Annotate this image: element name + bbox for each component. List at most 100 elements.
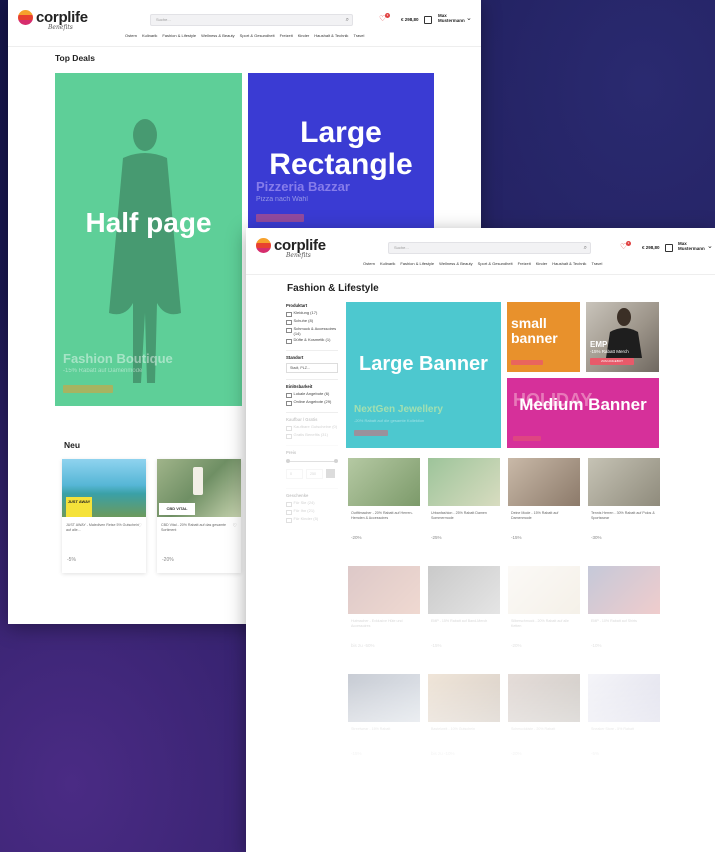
checkbox[interactable]	[286, 425, 292, 431]
nav-kinder[interactable]: Kinder	[536, 261, 548, 266]
checkbox[interactable]	[286, 327, 292, 333]
deal-card[interactable]: CBD VITAL ♡ CBD Vital - 20% Rabatt auf d…	[157, 459, 241, 573]
nav-travel[interactable]: Travel	[591, 261, 602, 266]
price-from-input[interactable]: 0	[286, 469, 303, 479]
cart-icon[interactable]	[665, 244, 673, 252]
nav-wellness[interactable]: Wellness & Beauty	[201, 33, 235, 38]
nav-wellness[interactable]: Wellness & Beauty	[439, 261, 473, 266]
half-page-ad[interactable]: Half page Fashion Boutique -15% Rabatt a…	[55, 73, 242, 406]
nav-kulinarik[interactable]: Kulinarik	[142, 33, 157, 38]
checkbox[interactable]	[286, 517, 292, 523]
balance-display: € 298,80	[642, 245, 660, 250]
search-input[interactable]: Suche... ⌕	[150, 14, 353, 26]
filter-option[interactable]: Für Sie (24)	[286, 500, 338, 507]
product-card[interactable]: EMP - 10% Rabatt auf Shirts -10%	[588, 566, 660, 656]
product-card[interactable]: Hutmacher - Exklusive Hüte und Accessoir…	[348, 566, 420, 656]
nav-sport[interactable]: Sport & Gesundheit	[240, 33, 275, 38]
deal-card-discount: -20%	[162, 557, 174, 563]
checkbox[interactable]	[286, 338, 292, 344]
checkbox[interactable]	[286, 501, 292, 507]
checkbox[interactable]	[286, 319, 292, 325]
filter-option[interactable]: Schmuck & Accessoires (14)	[286, 326, 338, 336]
filter-option[interactable]: Düfte & Kosmetik (1)	[286, 337, 338, 344]
user-name[interactable]: Max Mustermann	[438, 13, 466, 23]
nav-haushalt[interactable]: Haushalt & Technik	[314, 33, 348, 38]
filter-option[interactable]: Kleidung (17)	[286, 310, 338, 317]
deal-card[interactable]: JUST AWAY ♡ JUST AWAY - Malediven Reise …	[62, 459, 146, 573]
corplife-logo[interactable]: corplife Benefits	[256, 238, 326, 259]
half-page-cta-button[interactable]	[63, 385, 113, 393]
product-card[interactable]: Tennis Herren - 30% Rabatt auf Polos & S…	[588, 458, 660, 548]
nav-kulinarik[interactable]: Kulinarik	[380, 261, 395, 266]
large-rectangle-ad[interactable]: Large Rectangle Pizzeria Bazzar Pizza na…	[248, 73, 434, 229]
product-card[interactable]: EMP - 15% Rabatt auf Band-Merch -15%	[428, 566, 500, 656]
nav-freizeit[interactable]: Freizeit	[280, 33, 293, 38]
product-card[interactable]: Deine Mode - 15% Rabatt auf Damenmode -1…	[508, 458, 580, 548]
nav-ostern[interactable]: Ostern	[363, 261, 375, 266]
filter-heading-produktart: Produktart	[286, 303, 308, 308]
product-image	[348, 566, 420, 614]
slider-handle-max[interactable]	[334, 459, 338, 463]
product-title: Silberschmuck - 20% Rabatt auf alle Kett…	[511, 619, 569, 628]
small-banner-ad[interactable]: small banner	[507, 302, 580, 372]
slider-handle-min[interactable]	[286, 459, 290, 463]
favorite-heart-icon[interactable]: ♡	[138, 523, 142, 529]
corplife-logo[interactable]: corplife Benefits	[18, 10, 88, 31]
search-input[interactable]: Suche... ⌕	[388, 242, 591, 254]
filter-option[interactable]: Gratis Benefits (31)	[286, 432, 338, 439]
price-slider[interactable]	[286, 458, 338, 466]
cart-icon[interactable]	[424, 16, 432, 24]
medium-banner-cta-button[interactable]	[513, 436, 541, 441]
search-placeholder: Suche...	[156, 17, 171, 22]
rectangle-cta-button[interactable]	[256, 214, 304, 222]
location-input[interactable]: Stadt, PLZ...	[286, 363, 338, 373]
nav-sport[interactable]: Sport & Gesundheit	[478, 261, 513, 266]
price-apply-button[interactable]	[326, 469, 335, 478]
rectangle-ghost-sub: Pizza nach Wahl	[256, 196, 308, 203]
user-name[interactable]: Max Mustermann	[678, 241, 706, 251]
nav-freizeit[interactable]: Freizeit	[518, 261, 531, 266]
product-card[interactable]: Urbanfashion - 25% Rabatt Damen Sommermo…	[428, 458, 500, 548]
category-nav: Ostern Kulinarik Fashion & Lifestyle Wel…	[125, 33, 364, 38]
small-banner-cta-button[interactable]	[511, 360, 543, 365]
medium-banner-ad[interactable]: HOLIDAY Medium Banner	[507, 378, 659, 448]
emp-banner-ad[interactable]: EMP -15% Rabatt Merch ZUM ANGEBOT	[586, 302, 659, 372]
filter-heading-kaufbar: Kaufbar / Gratis	[286, 417, 318, 422]
checkbox[interactable]	[286, 433, 292, 439]
large-banner-cta-button[interactable]	[354, 430, 388, 436]
filter-option[interactable]: Kaufbare Gutscheine (0)	[286, 424, 338, 431]
checkbox[interactable]	[286, 400, 292, 406]
product-card[interactable]: Outfitmacher - 20% Rabatt auf Herren-Hem…	[348, 458, 420, 548]
search-icon[interactable]: ⌕	[584, 243, 587, 253]
product-card[interactable]: Silberschmuck - 20% Rabatt auf alle Kett…	[508, 566, 580, 656]
large-banner-ad[interactable]: Large Banner NextGen Jewellery -20% Raba…	[346, 302, 501, 448]
product-title: EMP - 15% Rabatt auf Band-Merch	[431, 619, 488, 623]
product-title: EMP - 10% Rabatt auf Shirts	[591, 619, 637, 623]
nav-haushalt[interactable]: Haushalt & Technik	[552, 261, 586, 266]
divider	[286, 350, 338, 351]
price-to-input[interactable]: 250	[306, 469, 323, 479]
filter-option[interactable]: Online Angebote (29)	[286, 399, 338, 406]
product-discount: -15%	[431, 643, 442, 648]
nav-kinder[interactable]: Kinder	[298, 33, 310, 38]
nav-fashion[interactable]: Fashion & Lifestyle	[400, 261, 434, 266]
filter-option-label: Online Angebote (29)	[293, 399, 332, 404]
nav-ostern[interactable]: Ostern	[125, 33, 137, 38]
deal-card-discount: -5%	[67, 557, 76, 563]
nav-travel[interactable]: Travel	[353, 33, 364, 38]
chevron-down-icon[interactable]: ⌄	[707, 242, 713, 250]
filter-option[interactable]: Für Ihn (21)	[286, 508, 338, 515]
chevron-down-icon[interactable]: ⌄	[466, 14, 472, 22]
checkbox[interactable]	[286, 311, 292, 317]
checkbox[interactable]	[286, 392, 292, 398]
slider-track	[288, 461, 336, 462]
checkbox[interactable]	[286, 509, 292, 515]
product-title: Hutmacher - Exklusive Hüte und Accessoir…	[351, 619, 403, 628]
filter-option[interactable]: Für Kinder (5)	[286, 516, 338, 523]
favorite-heart-icon[interactable]: ♡	[233, 523, 237, 529]
emp-banner-cta-button[interactable]: ZUM ANGEBOT	[590, 358, 634, 365]
filter-option[interactable]: Lokale Angebote (6)	[286, 391, 338, 398]
search-icon[interactable]: ⌕	[346, 15, 349, 25]
nav-fashion[interactable]: Fashion & Lifestyle	[162, 33, 196, 38]
filter-option[interactable]: Schuhe (8)	[286, 318, 338, 325]
